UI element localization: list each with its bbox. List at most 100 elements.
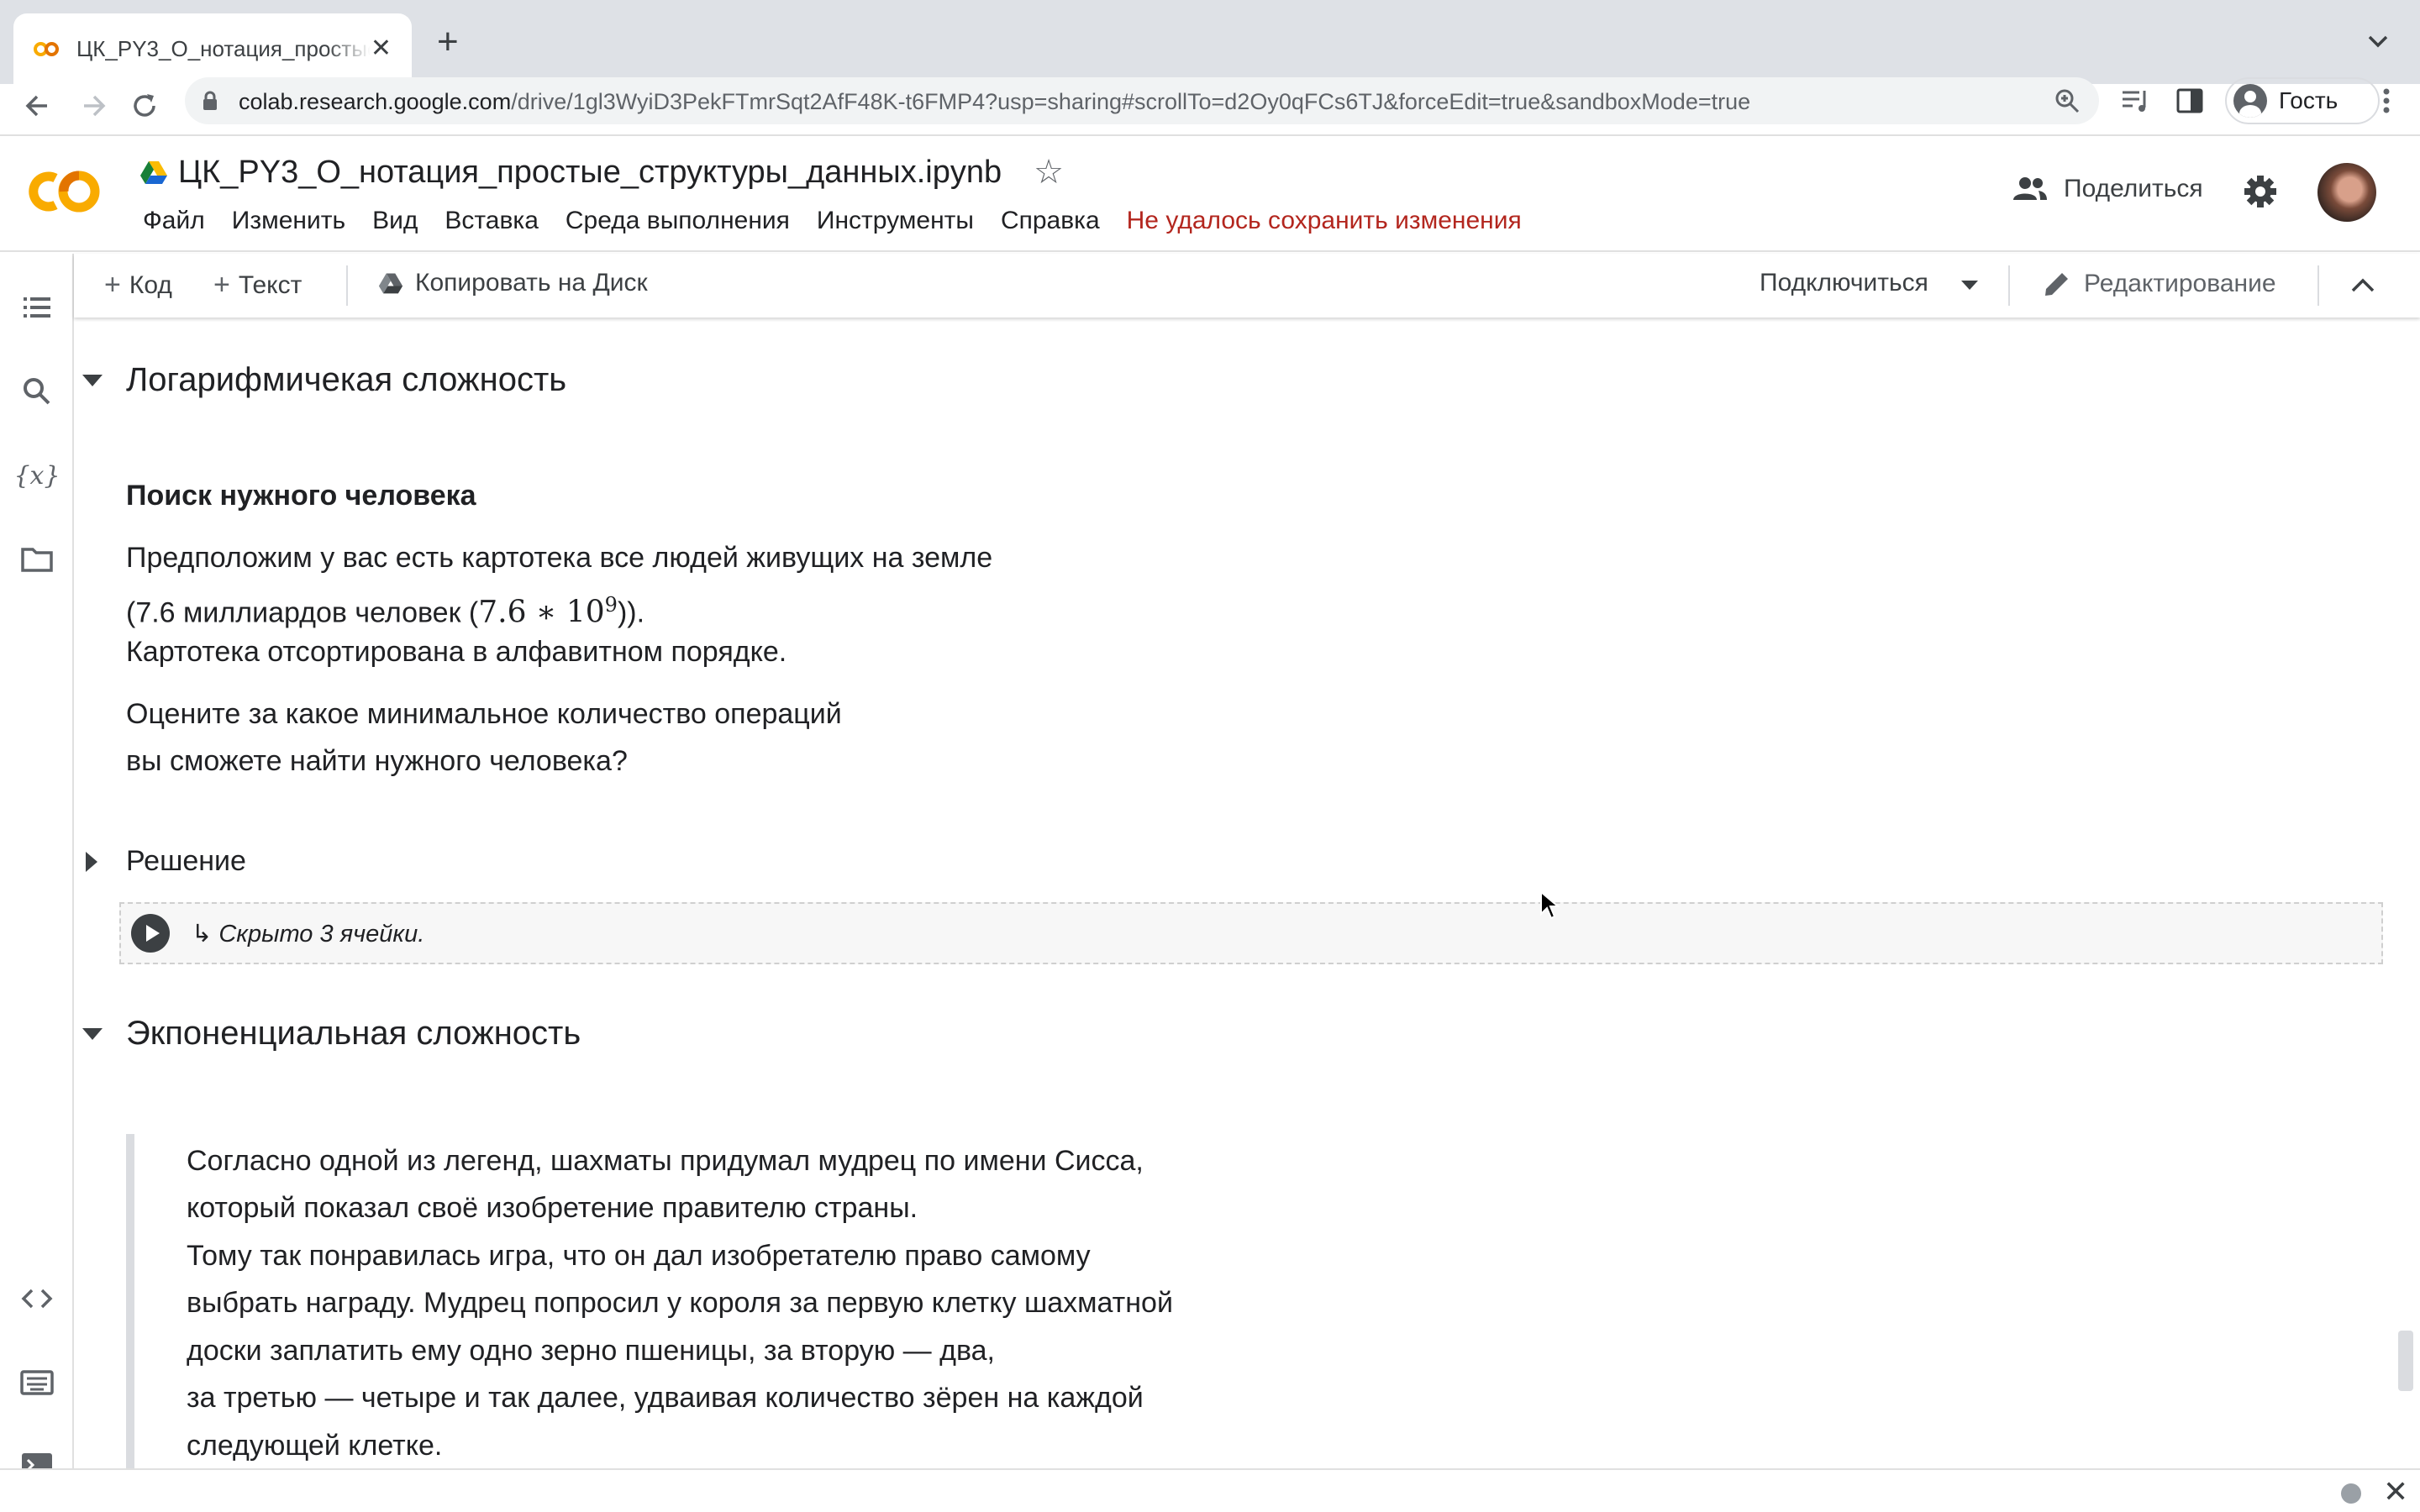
quote-line: доски заплатить ему одно зерно пшеницы, … bbox=[187, 1335, 995, 1367]
menu-runtime[interactable]: Среда выполнения bbox=[566, 207, 790, 235]
quote-line: Согласно одной из легенд, шахматы придум… bbox=[187, 1145, 1144, 1177]
zoom-icon[interactable] bbox=[2054, 87, 2081, 114]
lock-icon[interactable] bbox=[202, 91, 218, 111]
address-bar[interactable]: colab.research.google.com/drive/1gl3WyiD… bbox=[185, 77, 2099, 124]
text-part: (7.6 миллиардов человек ( bbox=[126, 596, 479, 629]
copy-to-drive-label: Копировать на Диск bbox=[415, 269, 648, 297]
menu-view[interactable]: Вид bbox=[372, 207, 418, 235]
drive-icon bbox=[378, 273, 403, 294]
paragraph-line: Предположим у вас есть картотека все люд… bbox=[126, 542, 993, 574]
table-of-contents-icon[interactable] bbox=[18, 289, 55, 326]
tab-search-chevron-icon[interactable] bbox=[2366, 25, 2390, 59]
footer-close-icon[interactable]: ✕ bbox=[2383, 1475, 2408, 1509]
colab-logo-icon[interactable] bbox=[27, 166, 104, 217]
add-code-label: Код bbox=[129, 270, 172, 299]
connect-button[interactable]: Подключиться bbox=[1760, 269, 1928, 297]
people-icon bbox=[2013, 177, 2047, 200]
connect-label: Подключиться bbox=[1760, 269, 1928, 297]
colab-header: ЦК_PY3_O_нотация_простые_структуры_данны… bbox=[0, 134, 2420, 252]
url-text[interactable]: colab.research.google.com/drive/1gl3WyiD… bbox=[239, 89, 1750, 115]
tab-title: ЦК_PY3_O_нотация_простые_структуры_данны… bbox=[76, 35, 371, 61]
toolbar-divider bbox=[2317, 265, 2319, 306]
editing-label: Редактирование bbox=[2084, 270, 2276, 297]
quote-line: следующей клетке. bbox=[187, 1430, 443, 1462]
side-panel-icon[interactable] bbox=[2175, 86, 2205, 116]
colab-favicon-icon bbox=[34, 40, 61, 57]
menu-edit[interactable]: Изменить bbox=[232, 207, 345, 235]
run-hidden-cells-button[interactable] bbox=[131, 914, 170, 953]
section-title: Логарифмичекая сложность bbox=[126, 361, 567, 398]
google-drive-icon[interactable] bbox=[139, 160, 168, 185]
menu-file[interactable]: Файл bbox=[143, 207, 205, 235]
solution-title: Решение bbox=[126, 845, 246, 877]
guest-avatar-icon bbox=[2233, 84, 2267, 118]
copy-to-drive-button[interactable]: Копировать на Диск bbox=[378, 269, 648, 297]
paragraph-line: Картотека отсортирована в алфавитном пор… bbox=[126, 636, 787, 668]
star-icon[interactable]: ☆ bbox=[1034, 153, 1064, 192]
subheading: Поиск нужного человека bbox=[126, 480, 476, 512]
notebook-title[interactable]: ЦК_PY3_O_нотация_простые_структуры_данны… bbox=[178, 155, 1002, 191]
command-palette-icon[interactable] bbox=[18, 1364, 55, 1401]
collapse-header-chevron-icon[interactable] bbox=[2349, 274, 2376, 297]
notebook-toolbar: + Код + Текст Копировать на Диск Подключит… bbox=[74, 254, 2420, 318]
plus-icon: + bbox=[213, 269, 230, 301]
editing-mode-button[interactable]: Редактирование bbox=[2042, 269, 2276, 299]
profile-chip[interactable]: Гость bbox=[2225, 77, 2380, 124]
paragraph-line: вы сможете найти нужного человека? bbox=[126, 745, 628, 777]
section-title: Экпоненциальная сложность bbox=[126, 1015, 581, 1052]
notebook-title-row: ЦК_PY3_O_нотация_простые_структуры_данны… bbox=[139, 153, 1064, 192]
settings-gear-icon[interactable] bbox=[2242, 173, 2279, 210]
new-tab-button[interactable]: + bbox=[437, 22, 459, 62]
text-part: )). bbox=[617, 596, 645, 629]
files-folder-icon[interactable] bbox=[18, 541, 55, 578]
status-footer: ✕ bbox=[0, 1468, 2420, 1512]
menu-tools[interactable]: Инструменты bbox=[817, 207, 974, 235]
add-code-button[interactable]: + Код bbox=[104, 269, 172, 302]
toolbar-divider bbox=[346, 265, 348, 306]
save-warning[interactable]: Не удалось сохранить изменения bbox=[1127, 207, 1522, 235]
user-avatar[interactable] bbox=[2317, 163, 2376, 222]
media-control-icon[interactable] bbox=[2119, 86, 2153, 116]
menu-help[interactable]: Справка bbox=[1001, 207, 1100, 235]
url-path: /drive/1gl3WyiD3PekFTmrSqt2AfF48K-t6FMP4… bbox=[511, 89, 1751, 114]
left-sidebar: {x} bbox=[0, 254, 74, 1477]
profile-label: Гость bbox=[2279, 87, 2338, 113]
section-header-exponential[interactable]: Экпоненциальная сложность bbox=[82, 1015, 581, 1053]
add-text-label: Текст bbox=[238, 270, 302, 299]
browser-tab[interactable]: ЦК_PY3_O_нотация_простые_структуры_данны… bbox=[13, 13, 412, 84]
math-formula: 7.6 ∗ 10 bbox=[478, 595, 605, 630]
share-button[interactable]: Поделиться bbox=[2012, 175, 2203, 203]
code-snippets-icon[interactable] bbox=[18, 1280, 55, 1317]
collapse-caret-icon[interactable] bbox=[82, 374, 103, 386]
browser-tab-strip: ЦК_PY3_O_нотация_простые_структуры_данны… bbox=[0, 0, 2420, 84]
connect-dropdown-icon[interactable] bbox=[1960, 279, 1980, 292]
quote-line: Тому так понравилась игра, что он дал из… bbox=[187, 1240, 1091, 1272]
menu-insert[interactable]: Вставка bbox=[445, 207, 539, 235]
variables-icon[interactable]: {x} bbox=[13, 457, 60, 494]
share-label: Поделиться bbox=[2064, 175, 2203, 202]
math-exponent: 9 bbox=[604, 593, 618, 617]
forward-icon[interactable] bbox=[76, 87, 113, 124]
section-header-solution[interactable]: Решение bbox=[82, 845, 246, 878]
paragraph-line: Оцените за какое минимальное количество … bbox=[126, 698, 842, 730]
quote-line: выбрать награду. Мудрец попросил у корол… bbox=[187, 1287, 1173, 1319]
status-indicator-icon[interactable] bbox=[2341, 1483, 2361, 1504]
collapse-caret-icon[interactable] bbox=[82, 1027, 103, 1040]
quote-line: который показал своё изобретение правите… bbox=[187, 1192, 918, 1224]
search-icon[interactable] bbox=[18, 373, 55, 410]
quote-line: за третью — четыре и так далее, удваивая… bbox=[187, 1382, 1144, 1414]
scrollbar-thumb[interactable] bbox=[2398, 1331, 2413, 1391]
plus-icon: + bbox=[104, 269, 121, 301]
add-text-button[interactable]: + Текст bbox=[213, 269, 302, 302]
hidden-cells-label[interactable]: ↳ Скрыто 3 ячейки. bbox=[192, 919, 424, 948]
browser-menu-icon[interactable] bbox=[2371, 84, 2402, 118]
expand-caret-icon[interactable] bbox=[86, 851, 97, 872]
toolbar-divider bbox=[2008, 265, 2010, 306]
hidden-cells-bar[interactable]: ↳ Скрыто 3 ячейки. bbox=[119, 902, 2383, 964]
reload-icon[interactable] bbox=[126, 87, 163, 124]
back-icon[interactable] bbox=[18, 87, 55, 124]
url-host: colab.research.google.com bbox=[239, 89, 512, 114]
tab-close-icon[interactable]: ✕ bbox=[371, 36, 392, 61]
section-header-logarithmic[interactable]: Логарифмичекая сложность bbox=[82, 361, 566, 399]
menu-bar: Файл Изменить Вид Вставка Среда выполнен… bbox=[129, 207, 1535, 235]
